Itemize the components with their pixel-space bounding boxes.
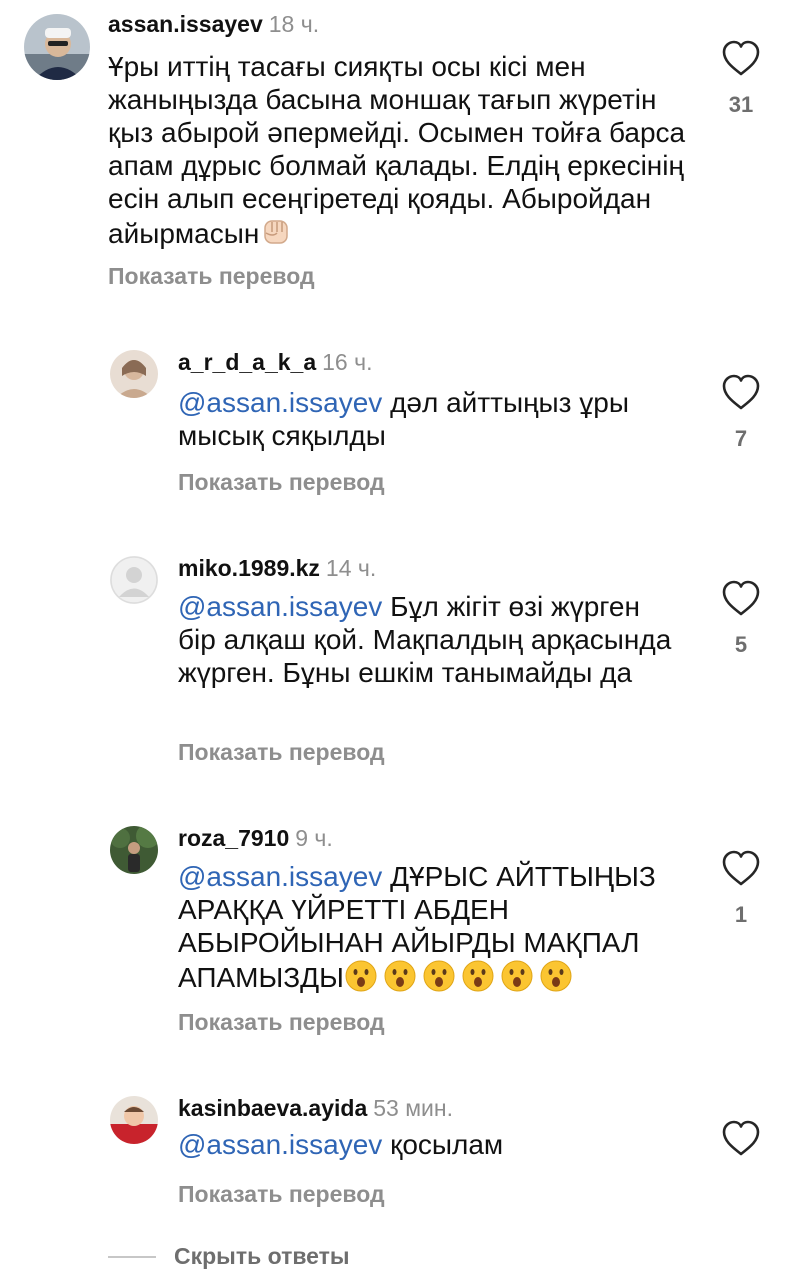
mention-link[interactable]: @assan.issayev xyxy=(178,387,382,418)
timestamp: 16 ч. xyxy=(322,349,373,375)
username[interactable]: a_r_d_a_k_a xyxy=(178,349,316,375)
show-translation-link[interactable]: Показать перевод xyxy=(178,1180,385,1208)
comment-body: қосылам xyxy=(382,1129,504,1160)
heart-outline-icon xyxy=(722,40,760,76)
like-count: 7 xyxy=(734,426,748,451)
comment-text: @assan.issayev дәл айттыңыз ұры мысық ся… xyxy=(178,386,678,452)
timestamp: 53 мин. xyxy=(373,1095,453,1121)
like-button[interactable] xyxy=(720,372,762,412)
heart-outline-icon xyxy=(722,850,760,886)
username[interactable]: roza_7910 xyxy=(178,825,289,851)
avatar[interactable] xyxy=(24,14,90,80)
divider-line xyxy=(108,1256,156,1258)
like-button[interactable] xyxy=(720,38,762,78)
like-button[interactable] xyxy=(720,578,762,618)
raised-fist-emoji xyxy=(259,215,293,256)
show-translation-link[interactable]: Показать перевод xyxy=(178,1008,385,1036)
like-button[interactable] xyxy=(720,1118,762,1158)
comment-text: @assan.issayev ДҰРЫС АЙТТЫҢЫЗ АРАҚҚА ҮЙР… xyxy=(178,860,688,1000)
like-count: 1 xyxy=(734,902,748,927)
like-button[interactable] xyxy=(720,848,762,888)
mention-link[interactable]: @assan.issayev xyxy=(178,861,382,892)
show-translation-link[interactable]: Показать перевод xyxy=(178,738,385,766)
comment-header: roza_7910 9 ч. xyxy=(178,824,333,852)
avatar[interactable] xyxy=(110,350,158,398)
heart-outline-icon xyxy=(722,374,760,410)
comment-text: @assan.issayev қосылам xyxy=(178,1128,678,1161)
heart-outline-icon xyxy=(722,580,760,616)
comment-header: kasinbaeva.ayida 53 мин. xyxy=(178,1094,453,1122)
mention-link[interactable]: @assan.issayev xyxy=(178,1129,382,1160)
astonished-face-emoji xyxy=(461,959,495,1000)
like-count: 5 xyxy=(734,632,748,657)
heart-outline-icon xyxy=(722,1120,760,1156)
username[interactable]: kasinbaeva.ayida xyxy=(178,1095,367,1121)
avatar[interactable] xyxy=(110,826,158,874)
astonished-face-emoji xyxy=(383,959,417,1000)
comment-text: @assan.issayev Бұл жігіт өзі жүрген бір … xyxy=(178,590,678,689)
username[interactable]: assan.issayev xyxy=(108,11,263,37)
astonished-face-emoji xyxy=(344,959,378,1000)
avatar[interactable] xyxy=(110,1096,158,1144)
avatar[interactable] xyxy=(110,556,158,604)
astonished-face-emoji xyxy=(422,959,456,1000)
like-count: 31 xyxy=(728,92,754,117)
comment-header: assan.issayev 18 ч. xyxy=(108,10,319,38)
mention-link[interactable]: @assan.issayev xyxy=(178,591,382,622)
username[interactable]: miko.1989.kz xyxy=(178,555,320,581)
timestamp: 18 ч. xyxy=(268,11,320,37)
show-translation-link[interactable]: Показать перевод xyxy=(178,468,385,496)
comment-text: Ұры иттің тасағы сияқты осы кісі мен жан… xyxy=(108,50,688,256)
astonished-face-emoji xyxy=(539,959,573,1000)
comment-header: miko.1989.kz 14 ч. xyxy=(178,554,376,582)
comment-body: Ұры иттің тасағы сияқты осы кісі мен жан… xyxy=(108,51,686,249)
timestamp: 14 ч. xyxy=(325,555,377,581)
astonished-face-emoji xyxy=(500,959,534,1000)
show-translation-link[interactable]: Показать перевод xyxy=(108,262,315,290)
hide-replies-label: Скрыть ответы xyxy=(174,1243,350,1269)
comment-header: a_r_d_a_k_a 16 ч. xyxy=(178,348,372,376)
emoji-row xyxy=(344,960,578,993)
timestamp: 9 ч. xyxy=(295,825,333,851)
